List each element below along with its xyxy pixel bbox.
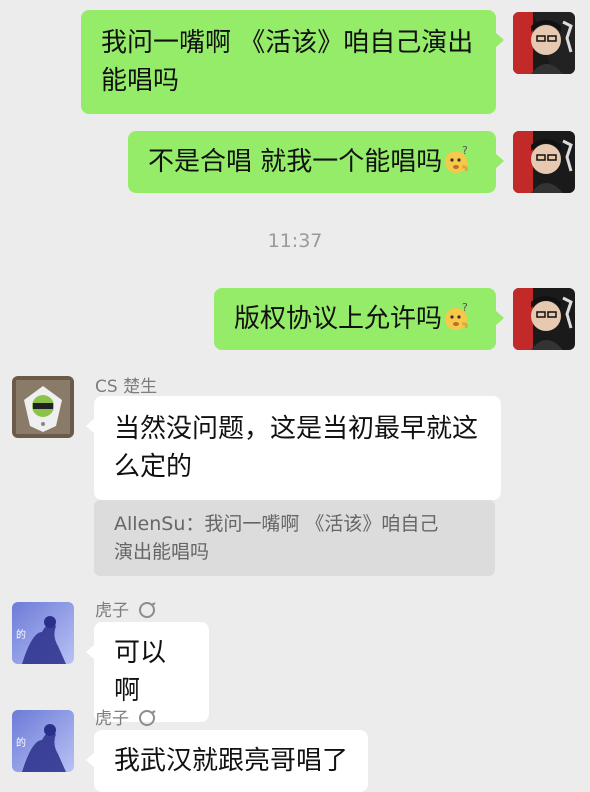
message-bubble[interactable]: 我问一嘴啊 《活该》咱自己演出 能唱吗 xyxy=(81,10,504,114)
message-text: 我武汉就跟亮哥唱了 xyxy=(114,746,349,776)
svg-text:的: 的 xyxy=(16,628,26,641)
message-bubble[interactable]: 版权协议上允许吗 ? xyxy=(214,288,504,350)
svg-text:?: ? xyxy=(462,302,468,314)
avatar-self[interactable] xyxy=(513,131,575,193)
message-text: 不是合唱 就我一个能唱吗 xyxy=(148,147,443,177)
sender-name: CS 楚生 xyxy=(95,377,158,397)
avatar-huzi[interactable]: 的 xyxy=(12,710,74,772)
message-text-line: 我问一嘴啊 《活该》咱自己演出 xyxy=(101,28,474,58)
message-text: 可以啊 xyxy=(114,638,167,706)
message-text-line: 么定的 xyxy=(114,452,193,482)
avatar-self[interactable] xyxy=(513,288,575,350)
thinking-face-icon: ? xyxy=(442,301,472,332)
message-text-line: 能唱吗 xyxy=(101,66,180,96)
status-ring-icon xyxy=(137,708,157,728)
sender-name: 虎子 xyxy=(95,596,157,621)
message-bubble[interactable]: 我武汉就跟亮哥唱了 xyxy=(86,730,368,792)
message-timestamp: 11:37 xyxy=(267,230,323,252)
message-bubble[interactable]: 不是合唱 就我一个能唱吗 ? xyxy=(128,131,504,193)
message-text: 版权协议上允许吗 xyxy=(234,304,443,334)
thinking-face-icon: ? xyxy=(442,144,472,175)
avatar-self[interactable] xyxy=(513,12,575,74)
sender-name: 虎子 xyxy=(95,704,157,729)
message-text-line: 当然没问题，这是当初最早就这 xyxy=(114,414,479,444)
svg-text:?: ? xyxy=(462,145,468,157)
avatar-cs-chusheng[interactable] xyxy=(12,376,74,438)
avatar-huzi[interactable]: 的 xyxy=(12,602,74,664)
quote-text-line: 演出能唱吗 xyxy=(114,541,210,563)
message-bubble[interactable]: 当然没问题，这是当初最早就这 么定的 xyxy=(86,396,501,500)
status-ring-icon xyxy=(137,600,157,620)
quote-text-line: AllenSu：我问一嘴啊 《活该》咱自己 xyxy=(114,513,439,535)
svg-text:的: 的 xyxy=(16,736,26,749)
quoted-message[interactable]: AllenSu：我问一嘴啊 《活该》咱自己 演出能唱吗 xyxy=(94,500,495,576)
